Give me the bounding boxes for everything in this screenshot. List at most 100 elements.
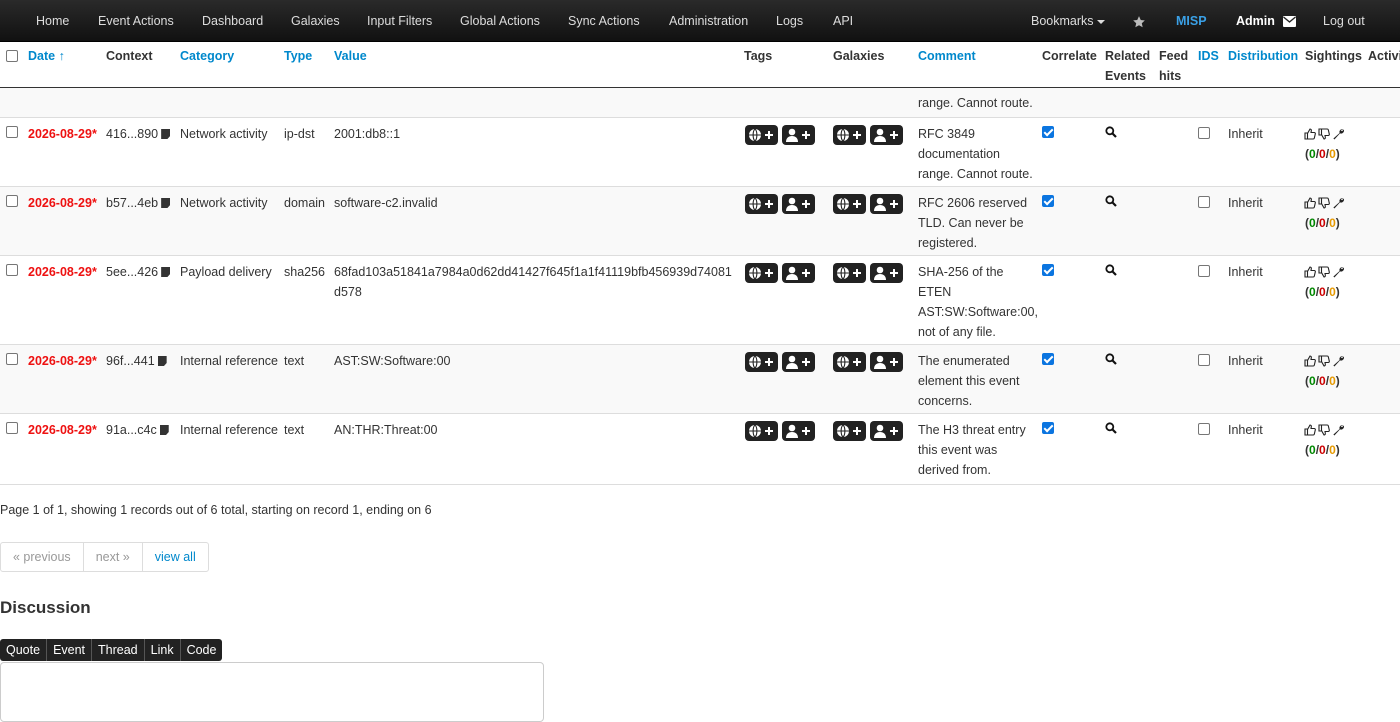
copy-icon[interactable] bbox=[161, 198, 171, 208]
row-value[interactable]: AST:SW:Software:00 bbox=[334, 351, 734, 371]
add-local-tag-button[interactable] bbox=[782, 194, 815, 214]
nav-event-actions[interactable]: Event Actions bbox=[98, 0, 174, 42]
row-comment[interactable]: RFC 2606 reserved TLD. Can never be regist… bbox=[918, 193, 1038, 253]
nav-input-filters[interactable]: Input Filters bbox=[367, 0, 432, 42]
row-comment[interactable]: The H3 threat entry this event was derived… bbox=[918, 420, 1038, 480]
row-value[interactable]: 2001:db8::1 bbox=[334, 124, 734, 144]
row-comment[interactable]: The enumerated element this event concerns… bbox=[918, 351, 1038, 411]
ids-checkbox[interactable] bbox=[1198, 423, 1210, 435]
toolbar-thread-button[interactable]: Thread bbox=[92, 639, 145, 661]
add-global-galaxy-button[interactable] bbox=[833, 421, 866, 441]
nav-administration[interactable]: Administration bbox=[669, 0, 748, 42]
search-icon[interactable] bbox=[1105, 422, 1117, 437]
toolbar-quote-button[interactable]: Quote bbox=[0, 639, 48, 661]
search-icon[interactable] bbox=[1105, 195, 1117, 210]
header-type[interactable]: Type bbox=[284, 46, 312, 66]
row-distribution[interactable]: Inherit bbox=[1228, 351, 1263, 371]
user-menu[interactable]: Admin bbox=[1236, 0, 1297, 42]
select-all-checkbox[interactable] bbox=[6, 50, 18, 62]
add-local-galaxy-button[interactable] bbox=[870, 194, 903, 214]
add-local-galaxy-button[interactable] bbox=[870, 263, 903, 283]
header-value[interactable]: Value bbox=[334, 46, 367, 66]
ids-checkbox[interactable] bbox=[1198, 354, 1210, 366]
nav-api[interactable]: API bbox=[833, 0, 853, 42]
toolbar-link-button[interactable]: Link bbox=[145, 639, 181, 661]
correlate-checkbox[interactable] bbox=[1042, 422, 1054, 434]
nav-dashboard[interactable]: Dashboard bbox=[202, 0, 263, 42]
search-icon[interactable] bbox=[1105, 126, 1117, 141]
ids-checkbox[interactable] bbox=[1198, 196, 1210, 208]
add-local-tag-button[interactable] bbox=[782, 263, 815, 283]
next-page-button[interactable]: next » bbox=[84, 543, 143, 571]
bookmarks-dropdown[interactable]: Bookmarks bbox=[1031, 0, 1105, 42]
add-local-tag-button[interactable] bbox=[782, 125, 815, 145]
header-date[interactable]: Date ↑ bbox=[28, 46, 65, 66]
header-distribution[interactable]: Distribution bbox=[1228, 46, 1298, 66]
add-global-tag-button[interactable] bbox=[745, 421, 778, 441]
add-global-tag-button[interactable] bbox=[745, 194, 778, 214]
copy-icon[interactable] bbox=[161, 267, 171, 277]
add-local-tag-button[interactable] bbox=[782, 421, 815, 441]
row-date[interactable]: 2026-08-29* bbox=[28, 351, 97, 371]
row-select-checkbox[interactable] bbox=[6, 353, 18, 365]
view-all-button[interactable]: view all bbox=[143, 543, 208, 571]
row-context[interactable]: 96f...441 bbox=[106, 351, 167, 371]
add-global-tag-button[interactable] bbox=[745, 263, 778, 283]
add-global-galaxy-button[interactable] bbox=[833, 125, 866, 145]
add-local-galaxy-button[interactable] bbox=[870, 125, 903, 145]
row-comment[interactable]: RFC 3849 documentation range. Cannot route… bbox=[918, 124, 1038, 184]
row-context[interactable]: 91a...c4c bbox=[106, 420, 169, 440]
add-global-galaxy-button[interactable] bbox=[833, 194, 866, 214]
row-distribution[interactable]: Inherit bbox=[1228, 124, 1263, 144]
header-ids[interactable]: IDS bbox=[1198, 46, 1219, 66]
correlate-checkbox[interactable] bbox=[1042, 353, 1054, 365]
row-distribution[interactable]: Inherit bbox=[1228, 193, 1263, 213]
nav-galaxies[interactable]: Galaxies bbox=[291, 0, 340, 42]
discussion-textarea[interactable] bbox=[0, 662, 544, 722]
row-select-checkbox[interactable] bbox=[6, 264, 18, 276]
search-icon[interactable] bbox=[1105, 353, 1117, 368]
nav-logs[interactable]: Logs bbox=[776, 0, 803, 42]
correlate-checkbox[interactable] bbox=[1042, 126, 1054, 138]
row-distribution[interactable]: Inherit bbox=[1228, 262, 1263, 282]
row-value[interactable]: software-c2.invalid bbox=[334, 193, 734, 213]
copy-icon[interactable] bbox=[157, 356, 167, 366]
nav-sync-actions[interactable]: Sync Actions bbox=[568, 0, 640, 42]
star-icon[interactable] bbox=[1132, 0, 1146, 42]
add-local-tag-button[interactable] bbox=[782, 352, 815, 372]
header-category[interactable]: Category bbox=[180, 46, 234, 66]
envelope-icon[interactable] bbox=[1283, 14, 1297, 28]
row-context[interactable]: 416...890 bbox=[106, 124, 171, 144]
row-date[interactable]: 2026-08-29* bbox=[28, 193, 97, 213]
ids-checkbox[interactable] bbox=[1198, 127, 1210, 139]
toolbar-event-button[interactable]: Event bbox=[47, 639, 93, 661]
row-context[interactable]: 5ee...426 bbox=[106, 262, 171, 282]
add-global-galaxy-button[interactable] bbox=[833, 263, 866, 283]
row-value[interactable]: AN:THR:Threat:00 bbox=[334, 420, 734, 440]
nav-home[interactable]: Home bbox=[36, 0, 69, 42]
logout-link[interactable]: Log out bbox=[1323, 0, 1365, 42]
row-context[interactable]: b57...4eb bbox=[106, 193, 171, 213]
row-select-checkbox[interactable] bbox=[6, 195, 18, 207]
row-select-checkbox[interactable] bbox=[6, 126, 18, 138]
row-distribution[interactable]: Inherit bbox=[1228, 420, 1263, 440]
correlate-checkbox[interactable] bbox=[1042, 264, 1054, 276]
row-value[interactable]: 68fad103a51841a7984a0d62dd41427f645f1a1f… bbox=[334, 262, 734, 302]
row-comment[interactable]: SHA-256 of the ETEN AST:SW:Software:00, not… bbox=[918, 262, 1038, 342]
toolbar-code-button[interactable]: Code bbox=[181, 639, 223, 661]
add-local-galaxy-button[interactable] bbox=[870, 421, 903, 441]
copy-icon[interactable] bbox=[159, 425, 169, 435]
add-global-tag-button[interactable] bbox=[745, 125, 778, 145]
nav-global-actions[interactable]: Global Actions bbox=[460, 0, 540, 42]
correlate-checkbox[interactable] bbox=[1042, 195, 1054, 207]
copy-icon[interactable] bbox=[161, 129, 171, 139]
brand-misp[interactable]: MISP bbox=[1176, 0, 1207, 42]
header-comment[interactable]: Comment bbox=[918, 46, 976, 66]
row-date[interactable]: 2026-08-29* bbox=[28, 124, 97, 144]
row-date[interactable]: 2026-08-29* bbox=[28, 262, 97, 282]
row-select-checkbox[interactable] bbox=[6, 422, 18, 434]
ids-checkbox[interactable] bbox=[1198, 265, 1210, 277]
previous-page-button[interactable]: « previous bbox=[1, 543, 84, 571]
row-date[interactable]: 2026-08-29* bbox=[28, 420, 97, 440]
search-icon[interactable] bbox=[1105, 264, 1117, 279]
